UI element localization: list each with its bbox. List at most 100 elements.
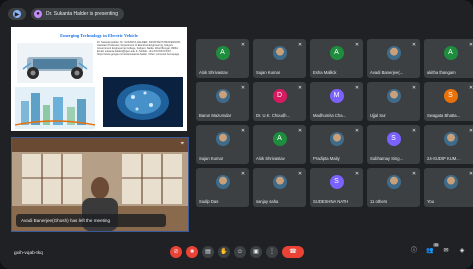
participant-tile[interactable]: ✕ Sudip Das — [196, 168, 249, 207]
present-screen-icon[interactable]: ▣ — [250, 246, 262, 258]
participant-name: Ujjal Sur — [370, 113, 386, 118]
participant-avatar: M — [329, 89, 344, 103]
participant-avatar — [215, 175, 230, 189]
shared-presentation[interactable]: Emerging Technology in Electric Vehicle … — [11, 27, 187, 131]
participant-tile[interactable]: ✕ Aakitha thangam — [424, 39, 473, 78]
participant-avatar: S — [443, 89, 458, 103]
participant-avatar — [272, 46, 287, 60]
muted-mic-icon: ✕ — [411, 42, 417, 48]
pin-icon[interactable]: ⌖ — [181, 141, 184, 148]
participant-name: 24-SUDIP KUM... — [427, 156, 460, 161]
participant-name: You — [427, 199, 435, 204]
meeting-code: gxih-vqab-tkq — [14, 251, 43, 256]
participant-tile[interactable]: ✕ Avadi Banerjee(... — [367, 39, 420, 78]
participant-grid: ✕ A Alok Shrivastav ✕ Sujan Kumar ✕ A Esha Mall… — [196, 39, 473, 207]
participant-avatar: A — [443, 46, 458, 60]
muted-mic-icon: ✕ — [240, 171, 246, 177]
muted-mic-icon: ✕ — [297, 85, 303, 91]
participant-name: Madhumita Cha... — [313, 113, 347, 118]
participant-avatar — [329, 132, 344, 146]
participant-name: Sudip Das — [199, 199, 219, 204]
participant-name: Alok Shrivastav — [199, 70, 228, 75]
more-options-icon[interactable]: ⋮ — [266, 246, 278, 258]
neural-network-image — [103, 77, 183, 127]
participant-tile[interactable]: ✕ A Alok Shrivastav — [196, 39, 249, 78]
top-bar: ▶ ● Dr. Sukanta Halder is presenting — [8, 7, 124, 21]
call-controls: ⊘ ■ ▤ ✋ ☺ ▣ ⋮ ☎ — [170, 246, 304, 258]
participant-name: SUDESHNA NATH — [313, 199, 349, 204]
muted-mic-icon: ✕ — [468, 128, 473, 134]
participant-tile[interactable]: ✕ S SUDESHNA NATH — [310, 168, 363, 207]
participant-avatar — [443, 132, 458, 146]
leave-call-button[interactable]: ☎ — [282, 246, 304, 258]
participant-name: Avadi Banerjee(... — [370, 70, 404, 75]
people-icon[interactable]: 👥 35 — [425, 243, 439, 256]
muted-mic-icon: ✕ — [240, 42, 246, 48]
activities-icon[interactable]: ◈ — [457, 246, 467, 256]
bottom-control-bar: gxih-vqab-tkq ⊘ ■ ▤ ✋ ☺ ▣ ⋮ ☎ ⓘ 👥 35 ✉ ◈ — [0, 241, 473, 269]
participant-tile[interactable]: ✕ M Madhumita Cha... — [310, 82, 363, 121]
participant-name: Subhamay Sing... — [370, 156, 404, 161]
slide-title: Emerging Technology in Electric Vehicle — [60, 33, 138, 38]
mic-off-icon[interactable]: ⊘ — [170, 246, 182, 258]
muted-mic-icon: ✕ — [240, 128, 246, 134]
participant-tile[interactable]: ✕ S Subhamay Sing... — [367, 125, 420, 164]
participant-tile[interactable]: ✕ You — [424, 168, 473, 207]
present-icon: ▶ — [13, 10, 21, 18]
presenting-indicator[interactable]: ▶ — [8, 8, 26, 20]
muted-mic-icon: ✕ — [468, 171, 473, 177]
participant-name: sanjay saha — [256, 199, 279, 204]
participant-avatar: S — [386, 132, 401, 146]
participant-tile[interactable]: ✕ Ujjal Sur — [367, 82, 420, 121]
presenter-chip[interactable]: ● Dr. Sukanta Halder is presenting — [31, 8, 124, 20]
participant-tile[interactable]: ✕ sanjay saha — [253, 168, 306, 207]
muted-mic-icon: ✕ — [354, 42, 360, 48]
participant-avatar — [215, 132, 230, 146]
muted-mic-icon: ✕ — [411, 171, 417, 177]
notification-text: Avadi Banerjee(Ghosh) has left the meeti… — [21, 218, 111, 223]
participant-tile[interactable]: ✕ S Swagata Bhatta... — [424, 82, 473, 121]
raise-hand-icon[interactable]: ✋ — [218, 246, 230, 258]
avatar-icon: ● — [34, 10, 42, 18]
participant-name: Sujan Kumar — [256, 70, 281, 75]
participant-avatar — [386, 89, 401, 103]
participant-tile[interactable]: ✕ Sujan Kumar — [253, 39, 306, 78]
participant-tile[interactable]: ✕ Barun Mazumdar — [196, 82, 249, 121]
participant-avatar — [386, 175, 401, 189]
info-icon[interactable]: ⓘ — [409, 246, 419, 256]
muted-mic-icon: ✕ — [354, 85, 360, 91]
participant-avatar — [215, 89, 230, 103]
people-count: 35 — [433, 243, 439, 247]
participant-name: Dr. U.K. Choudh... — [256, 113, 290, 118]
participant-tile[interactable]: ✕ 24-SUDIP KUM... — [424, 125, 473, 164]
muted-mic-icon: ✕ — [240, 85, 246, 91]
participant-tile[interactable]: ✕ A Esha Mallick — [310, 39, 363, 78]
participant-tile[interactable]: ✕ D Dr. U.K. Choudh... — [253, 82, 306, 121]
muted-mic-icon: ✕ — [297, 171, 303, 177]
emoji-icon[interactable]: ☺ — [234, 246, 246, 258]
participant-tile[interactable]: ✕ 11 others — [367, 168, 420, 207]
participant-name: akitha thangam — [427, 70, 456, 75]
participant-avatar — [443, 175, 458, 189]
notification-toast: Avadi Banerjee(Ghosh) has left the meeti… — [16, 214, 166, 227]
smart-city-image — [15, 87, 95, 129]
presenting-text: Dr. Sukanta Halder is presenting — [46, 11, 118, 17]
muted-mic-icon: ✕ — [411, 128, 417, 134]
meeting-window: ▶ ● Dr. Sukanta Halder is presenting Eme… — [0, 0, 473, 269]
participant-tile[interactable]: ✕ A Alok Shrivastav — [253, 125, 306, 164]
chat-icon[interactable]: ✉ — [441, 246, 451, 256]
participant-name: Esha Mallick — [313, 70, 337, 75]
presenter-video[interactable]: ⌖ Avadi Banerjee(Ghosh) has left the mee… — [11, 137, 189, 232]
participant-tile[interactable]: ✕ Pradipta Maity — [310, 125, 363, 164]
muted-mic-icon: ✕ — [297, 42, 303, 48]
side-controls: ⓘ 👥 35 ✉ ◈ — [409, 243, 467, 256]
participant-avatar — [386, 46, 401, 60]
participant-tile[interactable]: ✕ Sujan Kumar — [196, 125, 249, 164]
muted-mic-icon: ✕ — [468, 85, 473, 91]
participant-avatar: A — [215, 46, 230, 60]
captions-icon[interactable]: ▤ — [202, 246, 214, 258]
muted-mic-icon: ✕ — [354, 128, 360, 134]
participant-avatar — [272, 175, 287, 189]
participant-name: Sujan Kumar — [199, 156, 224, 161]
camera-off-icon[interactable]: ■ — [186, 246, 198, 258]
